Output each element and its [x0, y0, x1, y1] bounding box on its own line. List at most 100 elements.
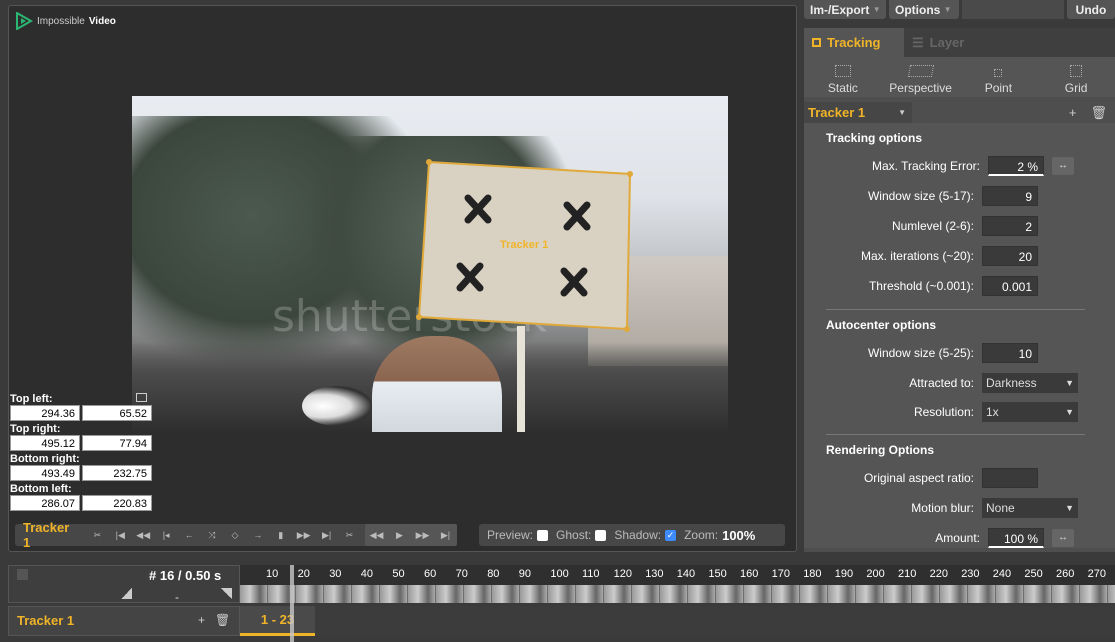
- cut-right-icon[interactable]: ✂: [338, 524, 361, 546]
- bottom-right-y[interactable]: 232.75: [82, 465, 152, 481]
- type-point[interactable]: Point: [960, 57, 1038, 97]
- attracted-to-value: Darkness: [986, 375, 1037, 390]
- import-export-menu[interactable]: Im-/Export ▼: [804, 0, 886, 19]
- shuffle-icon[interactable]: ⤨: [201, 524, 224, 546]
- ghost-checkbox[interactable]: [595, 529, 607, 541]
- playhead[interactable]: [290, 565, 294, 642]
- aspect-ratio-input[interactable]: [982, 468, 1038, 488]
- zoom-label: Zoom:: [684, 528, 719, 542]
- ruler-tick: 90: [518, 568, 532, 580]
- bottom-left-x[interactable]: 286.07: [10, 495, 80, 511]
- tab-tracking-label: Tracking: [827, 35, 881, 50]
- shadow-checkbox[interactable]: ✓: [665, 529, 677, 541]
- corner-handle-tl: [426, 159, 432, 165]
- expand-horizontal-icon[interactable]: ↔: [1052, 157, 1074, 175]
- top-left-y[interactable]: 65.52: [82, 405, 152, 421]
- top-right-x[interactable]: 495.12: [10, 435, 80, 451]
- view-options: Preview: Ghost: Shadow: ✓ Zoom: 100%: [479, 524, 785, 546]
- track-segment[interactable]: 1 - 23: [240, 606, 315, 636]
- top-right-y[interactable]: 77.94: [82, 435, 152, 451]
- bottom-left-y[interactable]: 220.83: [82, 495, 152, 511]
- max-error-label: Max. Tracking Error:: [871, 159, 980, 173]
- expand-horizontal-icon[interactable]: ↔: [1052, 529, 1074, 547]
- window-size-input[interactable]: 9: [982, 186, 1038, 206]
- fast-forward-icon[interactable]: ▶▶: [411, 524, 434, 546]
- add-track-icon[interactable]: +: [198, 613, 205, 627]
- track-stop-icon[interactable]: ▮: [269, 524, 292, 546]
- bottom-right-label: Bottom right:: [10, 453, 80, 465]
- tracker-overlay[interactable]: [132, 96, 728, 432]
- ruler-tick: 10: [266, 568, 279, 580]
- cut-left-icon[interactable]: ✂: [86, 524, 109, 546]
- play-icon[interactable]: ▶: [388, 524, 411, 546]
- ruler-tick: 240: [992, 568, 1012, 580]
- shadow-label: Shadow:: [614, 528, 662, 542]
- bottom-right-x[interactable]: 493.49: [10, 465, 80, 481]
- delete-tracker-icon[interactable]: 🗑: [1090, 105, 1107, 121]
- tab-layer[interactable]: ☰ Layer: [904, 28, 1004, 57]
- tab-tracking[interactable]: Tracking: [804, 28, 904, 57]
- options-menu[interactable]: Options ▼: [889, 0, 959, 19]
- max-iterations-input[interactable]: 20: [982, 246, 1038, 266]
- tracker-select[interactable]: Tracker 1 ▼: [804, 102, 912, 123]
- video-frame[interactable]: shutterstock Tracker 1: [132, 96, 728, 432]
- amount-input[interactable]: 100 %: [988, 528, 1044, 548]
- ruler-tick: 70: [455, 568, 468, 580]
- panel-tabs: Tracking ☰ Layer: [804, 28, 1115, 57]
- max-error-input[interactable]: 2 %: [988, 156, 1044, 176]
- divider: [826, 309, 1085, 310]
- tracking-tab-icon: [812, 38, 821, 47]
- options-scroll[interactable]: Tracking options Max. Tracking Error: 2 %…: [804, 123, 1115, 548]
- top-left-x[interactable]: 294.36: [10, 405, 80, 421]
- scale-right-icon[interactable]: [221, 588, 232, 599]
- delete-track-icon[interactable]: 🗑: [215, 613, 230, 627]
- threshold-label: Threshold (~0.001):: [868, 279, 974, 293]
- threshold-input[interactable]: 0.001: [982, 276, 1038, 296]
- rewind-icon[interactable]: ◀◀: [365, 524, 388, 546]
- ruler-tick: 120: [613, 568, 632, 580]
- keyframe-icon[interactable]: ◇: [223, 524, 246, 546]
- resolution-select[interactable]: 1x ▼: [982, 401, 1078, 422]
- tab-layer-label: Layer: [929, 35, 965, 50]
- track-name-label: Tracker 1: [17, 613, 75, 628]
- ghost-label: Ghost:: [556, 528, 592, 542]
- undo-button[interactable]: Undo: [1067, 0, 1115, 19]
- grid-icon: [1070, 65, 1083, 77]
- add-tracker-icon[interactable]: +: [1069, 105, 1077, 121]
- chevron-down-icon: ▼: [943, 5, 952, 14]
- type-perspective[interactable]: Perspective: [882, 57, 960, 97]
- prev-key-icon[interactable]: |◂: [155, 524, 178, 546]
- motion-blur-select[interactable]: None ▼: [982, 498, 1078, 518]
- amount-label: Amount:: [935, 531, 980, 545]
- chevron-down-icon: ▼: [872, 5, 881, 14]
- motion-blur-value: None: [986, 501, 1015, 515]
- step-back-fast-icon[interactable]: ◀◀: [132, 524, 155, 546]
- ruler-tick: 210: [898, 568, 917, 580]
- type-static[interactable]: Static: [804, 57, 882, 97]
- go-start-icon[interactable]: |◀: [109, 524, 132, 546]
- type-grid[interactable]: Grid: [1037, 57, 1115, 97]
- step-forward-fast-icon[interactable]: ▶▶: [292, 524, 315, 546]
- zoom-value[interactable]: 100%: [722, 528, 755, 543]
- collapse-icon[interactable]: [17, 569, 28, 580]
- timeline-ruler[interactable]: 10 20 30 40 50 60 70 80 90 100 110 120 130 140 150 160 1…: [240, 565, 1115, 585]
- ruler-tick: 270: [1087, 568, 1106, 580]
- resolution-value: 1x: [986, 404, 999, 419]
- timeline-header: # 16 / 0.50 s -: [8, 565, 240, 604]
- attracted-to-select[interactable]: Darkness ▼: [982, 372, 1078, 393]
- ac-window-size-input[interactable]: 10: [982, 343, 1038, 363]
- track-back-icon[interactable]: ←: [178, 524, 201, 546]
- end-icon[interactable]: ▶|: [434, 524, 457, 546]
- scale-left-icon[interactable]: [121, 588, 132, 599]
- tracker-select-row: Tracker 1 ▼ + 🗑: [804, 102, 1115, 123]
- transport-tracker-name: Tracker 1: [23, 520, 70, 550]
- toggle-coords-icon[interactable]: [136, 393, 147, 402]
- ruler-tick: 50: [392, 568, 405, 580]
- ruler-tick: 100: [550, 568, 569, 580]
- preview-checkbox[interactable]: [537, 529, 549, 541]
- app-logo: Impossible Video: [15, 12, 116, 30]
- track-forward-icon[interactable]: →: [246, 524, 269, 546]
- go-end-icon[interactable]: ▶|: [315, 524, 338, 546]
- corner-handle-br: [624, 326, 630, 332]
- numlevel-input[interactable]: 2: [982, 216, 1038, 236]
